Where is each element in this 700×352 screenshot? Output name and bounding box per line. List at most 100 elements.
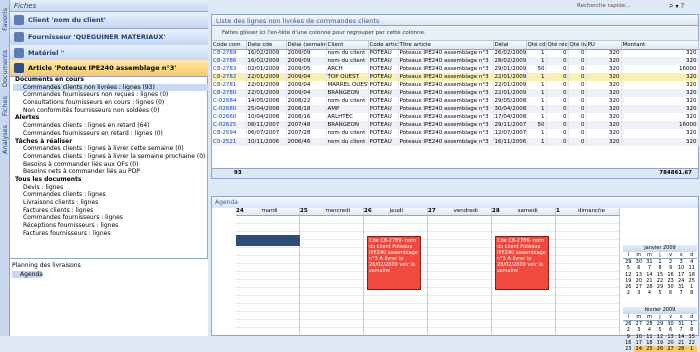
table-cell: 29/05/2008 <box>493 97 527 106</box>
table-cell: 320 <box>586 73 622 82</box>
mini-calendar-title[interactable]: février 2009 <box>623 307 697 314</box>
calendar-day[interactable]: 5 <box>655 290 666 296</box>
table-row[interactable]: C-02625 08/11/2007 2007/48 BRANGEON POTEAU Po… <box>212 121 699 130</box>
table-cell: 320 <box>586 105 622 114</box>
table-cell: Poteaux IPE240 assemblage n°3 <box>398 137 494 146</box>
calendar-day[interactable]: 6 <box>665 290 676 296</box>
table-row[interactable]: C8-2781 22/01/2009 2009/04 MARREL OUEST POTE… <box>212 81 699 90</box>
calendar-day[interactable]: 27 <box>665 346 676 352</box>
calendar-day[interactable]: 4 <box>644 290 655 296</box>
weekday-label: l <box>623 252 634 260</box>
table-row[interactable]: C8-2783 02/01/2009 2009/05 ARCH POTEAU Poteau… <box>212 65 699 74</box>
weekday-label: d <box>686 252 697 260</box>
column-header[interactable]: Client <box>326 41 369 50</box>
supplier-button[interactable]: Fournisseur 'QUEGUINER MATERIAUX' <box>10 29 208 46</box>
search-input[interactable]: Recherche rapide... <box>577 3 667 9</box>
tree-item[interactable]: Besoins nets à commander liés au PDP <box>13 168 208 176</box>
tab-documents[interactable]: Documents <box>1 50 9 87</box>
tree-item[interactable]: Commandes fournisseurs en retard : ligne… <box>13 130 208 138</box>
day-number: 25 <box>300 208 308 214</box>
article-button[interactable]: Article 'Poteaux IPE240 assemblage n°3' <box>10 60 208 77</box>
calendar-day[interactable]: 1 <box>686 346 697 352</box>
tree-group-header: Tous les documents <box>15 175 82 183</box>
column-header[interactable]: Délai (semaine) <box>286 41 327 50</box>
column-header[interactable]: Qté liv <box>568 41 587 50</box>
table-row[interactable]: C-02660 10/04/2008 2008/16 ARLHTEC POTEAU Pot… <box>212 113 699 122</box>
column-header[interactable]: Montant <box>621 41 699 50</box>
mini-calendar-title[interactable]: janvier 2009 <box>623 245 697 252</box>
table-row[interactable]: C8-2789 16/02/2009 2009/09 nom du client POT… <box>212 49 699 58</box>
calendar-day[interactable]: 7 <box>676 290 687 296</box>
tree-item[interactable]: Commandes clients : lignes à livrer cett… <box>13 145 208 153</box>
table-row[interactable]: C-02680 25/04/2008 2008/18 AMP POTEAU Poteaux… <box>212 105 699 114</box>
agenda-day-header[interactable]: 26 jeudi <box>364 208 428 216</box>
calendar-day[interactable]: 28 <box>675 346 687 352</box>
column-header[interactable]: Code article <box>368 41 399 50</box>
column-header[interactable]: PU <box>586 41 622 50</box>
table-cell: Poteaux IPE240 assemblage n°3 <box>398 57 494 66</box>
column-header[interactable]: Titre article <box>398 41 494 50</box>
agenda-day-header[interactable]: 28 samedi <box>492 208 556 216</box>
tree-item[interactable]: Devis : lignes <box>13 184 208 192</box>
table-cell: C8-2780 <box>212 89 247 98</box>
table-cell: 0 <box>568 89 587 98</box>
calendar-day[interactable]: 23 <box>623 346 634 352</box>
table-row[interactable]: C8-2782 22/01/2009 2009/04 TOP OUEST POTEAU P… <box>212 73 699 82</box>
tab-favoris[interactable]: Favoris <box>1 8 9 31</box>
delivery-appointment[interactable]: Cde C8-2786- nom du client Poteaux IPE24… <box>495 236 549 290</box>
agenda-day-column[interactable] <box>236 216 300 334</box>
day-name: jeudi <box>389 208 404 214</box>
help-icon[interactable]: ? <box>681 2 685 10</box>
delivery-appointment[interactable]: Cde C8-2789- nom du client Poteaux IPE24… <box>367 236 421 290</box>
agenda-day-header[interactable]: 27 vendredi <box>428 208 492 216</box>
dropdown-icon[interactable]: ▾ <box>675 3 678 10</box>
tree-item[interactable]: Commandes fournisseurs : lignes <box>13 214 208 222</box>
agenda-item[interactable]: Agenda <box>12 271 43 278</box>
agenda-day-header[interactable]: 25 mercredi <box>300 208 364 216</box>
column-header[interactable]: Délai <box>493 41 527 50</box>
calendar-day[interactable]: 24 <box>633 346 645 352</box>
client-button[interactable]: Client 'nom du client' <box>10 12 208 29</box>
calendar-day[interactable]: 2 <box>623 290 634 296</box>
table-row[interactable]: C8-2780 22/01/2009 2009/04 BRANGEON POTEAU Po… <box>212 89 699 98</box>
table-row[interactable]: C8-2786 16/02/2009 2009/09 nom du client POT… <box>212 57 699 66</box>
table-row[interactable]: C-02684 14/05/2008 2008/22 nom du client POT… <box>212 97 699 106</box>
calendar-day[interactable]: 8 <box>686 290 697 296</box>
table-cell: Poteaux IPE240 assemblage n°3 <box>398 49 494 58</box>
search-icon[interactable]: ⌕ <box>669 1 673 11</box>
calendar-day[interactable]: 26 <box>654 346 666 352</box>
column-header[interactable]: Qté cdée <box>526 41 547 50</box>
selected-slot[interactable] <box>236 235 300 246</box>
tree-item[interactable]: Besoins à commander liés aux OFs (0) <box>13 161 208 169</box>
table-row[interactable]: C8-2594 06/07/2007 2007/28 nom du client POT… <box>212 129 699 138</box>
tree-item[interactable]: Livraisons clients : lignes <box>13 199 208 207</box>
calendar-day[interactable]: 3 <box>634 290 645 296</box>
agenda-day-column[interactable] <box>300 216 364 334</box>
tree-item[interactable]: Factures fournisseurs : lignes <box>13 230 208 238</box>
table-row[interactable]: C0-2521 10/11/2006 2006/46 nom du client POT… <box>212 137 699 146</box>
calendar-day[interactable]: 25 <box>644 346 655 352</box>
table-cell: 17/04/2008 <box>493 113 527 122</box>
column-header[interactable]: Qté réce <box>546 41 569 50</box>
tree-item[interactable]: Commandes fournisseurs non reçues : lign… <box>13 91 208 99</box>
agenda-day-column[interactable] <box>556 216 620 334</box>
column-header[interactable]: Date cde <box>246 41 287 50</box>
tree-item[interactable]: Commandes clients : lignes à livrer la s… <box>13 153 208 161</box>
tab-fiches[interactable]: Fiches <box>1 96 9 116</box>
column-header[interactable]: Code com <box>212 41 247 50</box>
table-cell: nom du client <box>326 129 369 138</box>
table-cell: POTEAU <box>368 97 399 106</box>
group-by-hint[interactable]: Faites glisser ici l'en-tête d'une colon… <box>212 26 698 41</box>
tab-analyses[interactable]: Analyses <box>1 125 9 154</box>
agenda-day-header[interactable]: 1 dimanche <box>556 208 620 216</box>
tree-item[interactable]: Réceptions fournisseurs : lignes <box>13 222 208 230</box>
agenda-day-header[interactable]: 24 mardi <box>236 208 300 216</box>
tree-item[interactable]: Non conformités fournisseurs non soldées… <box>13 107 208 115</box>
table-cell: 0 <box>568 129 587 138</box>
tree-item[interactable]: Commandes clients : lignes en retard (64… <box>13 122 208 130</box>
tree-item[interactable]: Commandes clients non livrées : lignes (… <box>13 83 208 92</box>
tree-item[interactable]: Consultations fournisseurs en cours : li… <box>13 99 208 107</box>
tree-item[interactable]: Factures clients : lignes <box>13 207 208 215</box>
agenda-day-column[interactable] <box>428 216 492 334</box>
tree-item[interactable]: Commandes clients : lignes <box>13 191 208 199</box>
